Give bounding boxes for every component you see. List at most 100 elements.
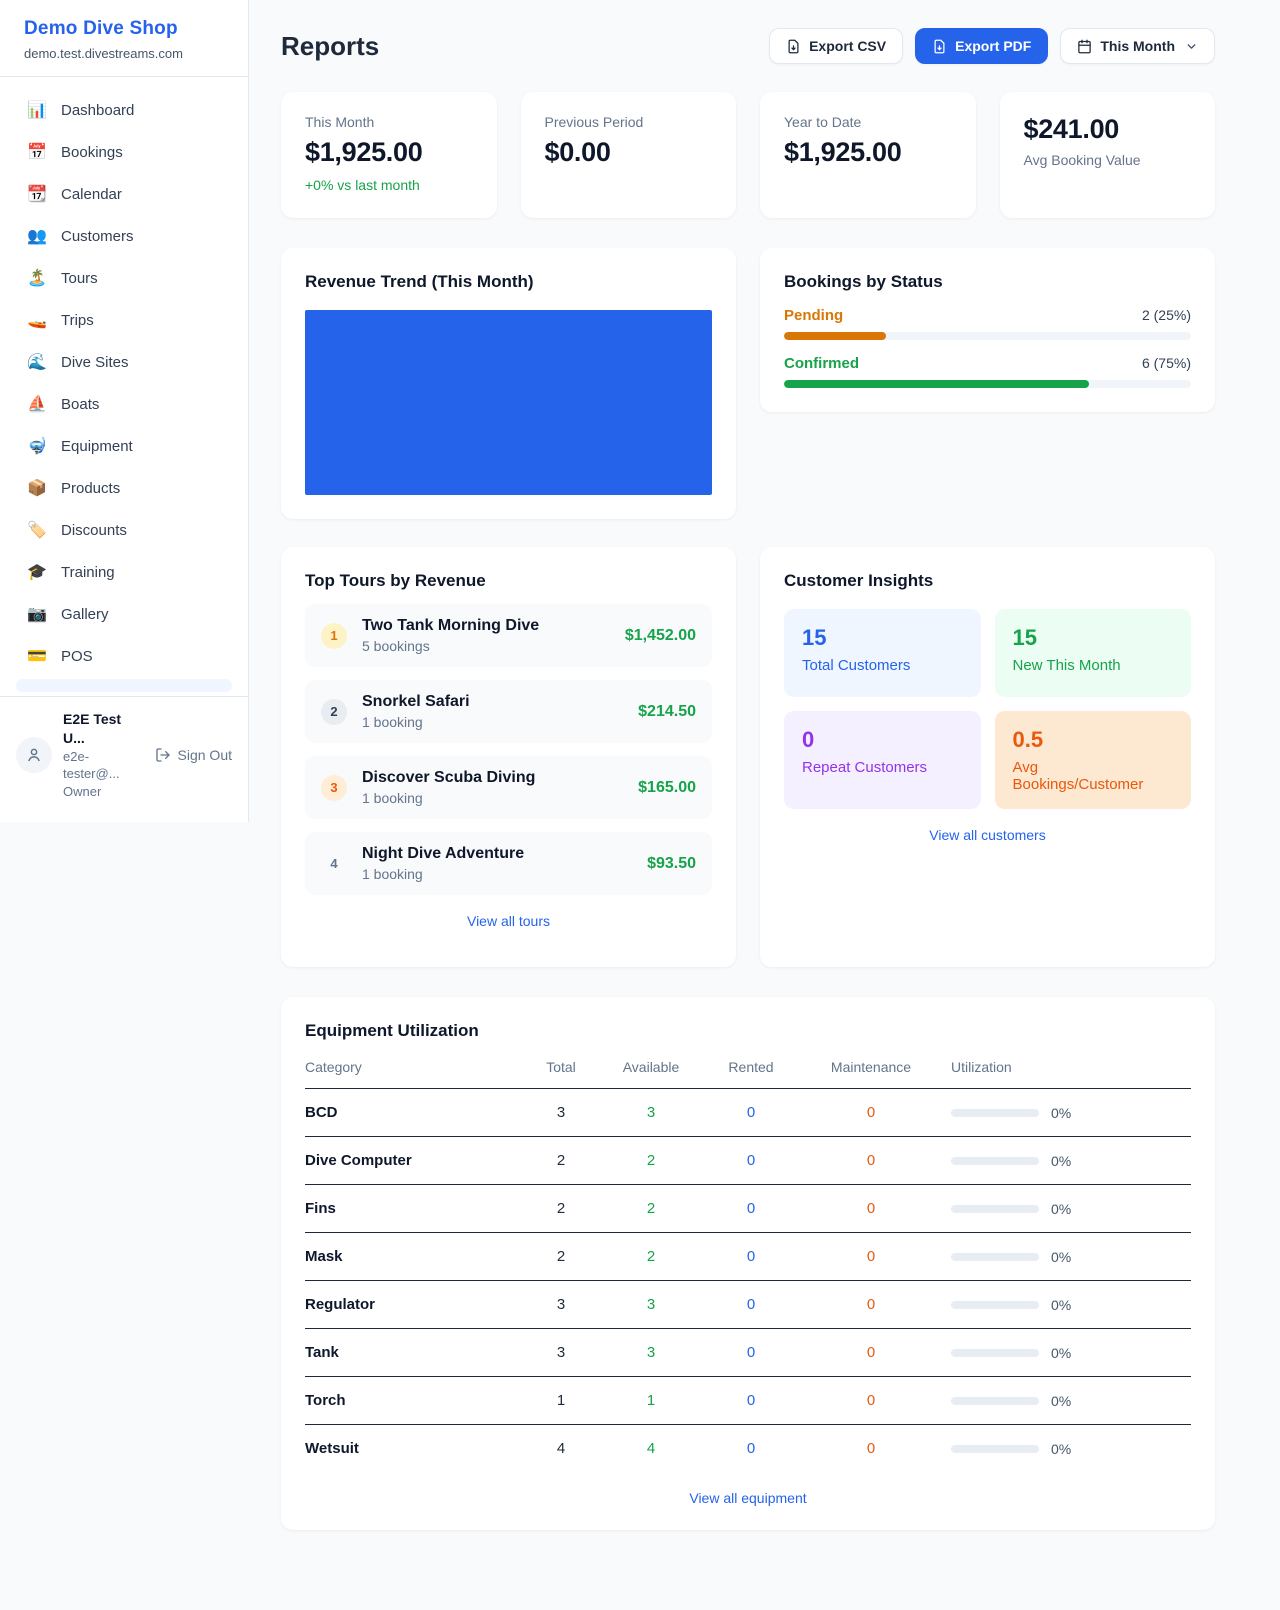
stat-delta: +0% vs last month (305, 177, 473, 193)
status-bar-track (784, 380, 1191, 388)
equipment-utilization-cell: 0% (941, 1393, 1191, 1409)
equipment-available: 3 (601, 1296, 701, 1313)
column-header-category: Category (305, 1059, 521, 1075)
stat-card-this-month: This Month $1,925.00 +0% vs last month (281, 92, 497, 218)
status-value: 2 (25%) (1142, 307, 1191, 323)
equipment-maintenance: 0 (801, 1248, 941, 1265)
stat-label: Year to Date (784, 114, 952, 130)
equipment-row-wetsuit: Wetsuit 4 4 0 0 0% (305, 1425, 1191, 1472)
equipment-rented: 0 (701, 1296, 801, 1313)
sidebar-item-dashboard[interactable]: 📊 Dashboard (16, 91, 232, 129)
insight-value: 15 (802, 625, 963, 651)
insight-tile-avg-bookings-customer: 0.5 Avg Bookings/Customer (995, 711, 1192, 809)
period-dropdown[interactable]: This Month (1060, 28, 1215, 64)
stat-card-avg-booking-value: $241.00 Avg Booking Value (1000, 92, 1216, 218)
equipment-row-tank: Tank 3 3 0 0 0% (305, 1329, 1191, 1377)
export-csv-label: Export CSV (809, 38, 886, 54)
period-label: This Month (1100, 38, 1175, 54)
equipment-total: 3 (521, 1296, 601, 1313)
export-pdf-button[interactable]: Export PDF (915, 28, 1048, 64)
sign-out-label: Sign Out (178, 747, 232, 763)
export-csv-button[interactable]: Export CSV (769, 28, 903, 64)
view-all-tours-link[interactable]: View all tours (305, 913, 712, 929)
sidebar-item-customers[interactable]: 👥 Customers (16, 217, 232, 255)
stat-label: Avg Booking Value (1024, 152, 1192, 168)
shop-header: Demo Dive Shop demo.test.divestreams.com (0, 0, 248, 77)
utilization-bar-track (951, 1301, 1039, 1309)
utilization-percent: 0% (1051, 1345, 1071, 1361)
tour-info: Night Dive Adventure 1 booking (362, 845, 524, 882)
view-all-equipment-link[interactable]: View all equipment (305, 1490, 1191, 1506)
gallery-icon: 📷 (26, 604, 48, 624)
equipment-maintenance: 0 (801, 1440, 941, 1457)
equipment-utilization-cell: 0% (941, 1441, 1191, 1457)
sidebar-item-pos[interactable]: 💳 POS (16, 637, 232, 675)
sidebar-item-tours[interactable]: 🏝️ Tours (16, 259, 232, 297)
column-header-available: Available (601, 1059, 701, 1075)
equipment-total: 2 (521, 1200, 601, 1217)
tour-bookings: 1 booking (362, 866, 524, 882)
tour-name: Two Tank Morning Dive (362, 617, 539, 635)
status-bar-fill (784, 332, 886, 340)
page-title: Reports (281, 31, 379, 62)
customers-icon: 👥 (26, 226, 48, 246)
tour-name: Night Dive Adventure (362, 845, 524, 863)
tour-row-snorkel-safari[interactable]: 2 Snorkel Safari 1 booking $214.50 (305, 680, 712, 743)
sidebar-item-label: Dive Sites (61, 354, 129, 371)
tour-bookings: 1 booking (362, 790, 535, 806)
view-all-customers-link[interactable]: View all customers (784, 827, 1191, 843)
sidebar-item-gallery[interactable]: 📷 Gallery (16, 595, 232, 633)
equipment-rented: 0 (701, 1392, 801, 1409)
sidebar-item-discounts[interactable]: 🏷️ Discounts (16, 511, 232, 549)
top-tours-card: Top Tours by Revenue 1 Two Tank Morning … (281, 547, 736, 967)
sidebar-item-equipment[interactable]: 🤿 Equipment (16, 427, 232, 465)
sidebar-item-reports-partial[interactable] (16, 679, 232, 692)
utilization-bar-track (951, 1349, 1039, 1357)
tour-row-night-dive-adventure[interactable]: 4 Night Dive Adventure 1 booking $93.50 (305, 832, 712, 895)
utilization-bar-track (951, 1445, 1039, 1453)
tour-info: Discover Scuba Diving 1 booking (362, 769, 535, 806)
sidebar-item-trips[interactable]: 🚤 Trips (16, 301, 232, 339)
equipment-available: 3 (601, 1344, 701, 1361)
utilization-percent: 0% (1051, 1105, 1071, 1121)
user-name: E2E Test U... (63, 710, 144, 748)
sidebar-item-label: Calendar (61, 186, 122, 203)
sidebar-item-bookings[interactable]: 📅 Bookings (16, 133, 232, 171)
utilization-percent: 0% (1051, 1441, 1071, 1457)
sidebar-item-calendar[interactable]: 📆 Calendar (16, 175, 232, 213)
sidebar-item-training[interactable]: 🎓 Training (16, 553, 232, 591)
export-pdf-label: Export PDF (955, 38, 1031, 54)
equipment-available: 4 (601, 1440, 701, 1457)
column-header-total: Total (521, 1059, 601, 1075)
tour-row-discover-scuba-diving[interactable]: 3 Discover Scuba Diving 1 booking $165.0… (305, 756, 712, 819)
equipment-row-torch: Torch 1 1 0 0 0% (305, 1377, 1191, 1425)
status-row-pending: Pending 2 (25%) (784, 307, 1191, 340)
sidebar-item-dive-sites[interactable]: 🌊 Dive Sites (16, 343, 232, 381)
logout-icon (155, 747, 171, 763)
equipment-maintenance: 0 (801, 1344, 941, 1361)
equipment-available: 3 (601, 1104, 701, 1121)
equipment-maintenance: 0 (801, 1104, 941, 1121)
equipment-row-fins: Fins 2 2 0 0 0% (305, 1185, 1191, 1233)
shop-domain: demo.test.divestreams.com (24, 46, 224, 61)
sidebar-item-label: Tours (61, 270, 98, 287)
sidebar-item-boats[interactable]: ⛵ Boats (16, 385, 232, 423)
tour-info: Two Tank Morning Dive 5 bookings (362, 617, 539, 654)
stat-value: $1,925.00 (784, 137, 952, 168)
person-icon (25, 746, 43, 764)
avatar (16, 737, 52, 773)
tour-name: Snorkel Safari (362, 693, 470, 711)
tour-row-two-tank-morning-dive[interactable]: 1 Two Tank Morning Dive 5 bookings $1,45… (305, 604, 712, 667)
sidebar-item-products[interactable]: 📦 Products (16, 469, 232, 507)
bookings-icon: 📅 (26, 142, 48, 162)
equipment-available: 2 (601, 1248, 701, 1265)
sidebar-item-label: Gallery (61, 606, 109, 623)
sidebar-item-label: Bookings (61, 144, 123, 161)
sidebar-item-label: Products (61, 480, 120, 497)
rank-badge: 1 (321, 623, 347, 649)
insight-value: 0 (802, 727, 963, 753)
sign-out-button[interactable]: Sign Out (155, 747, 232, 763)
stats-row: This Month $1,925.00 +0% vs last month P… (281, 92, 1215, 218)
status-bar-track (784, 332, 1191, 340)
equipment-rented: 0 (701, 1200, 801, 1217)
